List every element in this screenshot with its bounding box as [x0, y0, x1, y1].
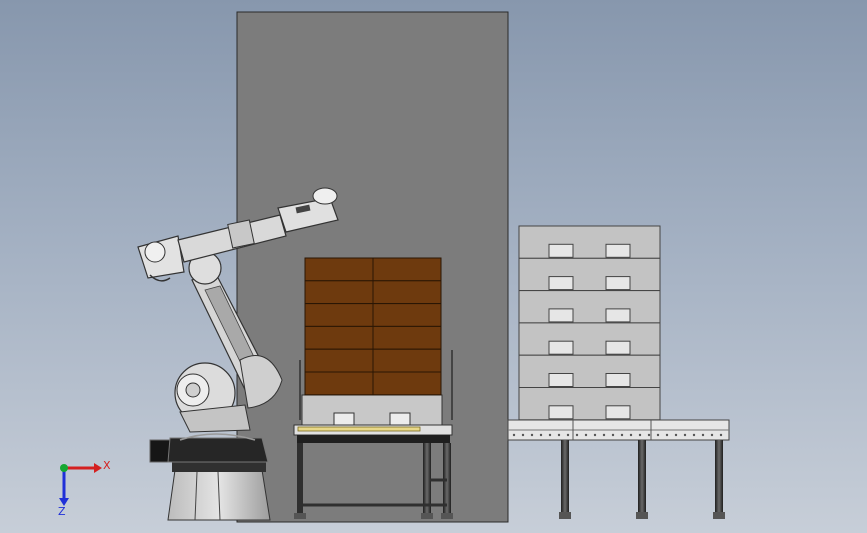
- carton[interactable]: [304, 371, 374, 396]
- pallet-fork-slot: [548, 405, 574, 420]
- roller-bolt: [602, 433, 606, 437]
- upper-arm-motor: [227, 219, 255, 249]
- roller-conveyor[interactable]: [507, 419, 730, 519]
- z-axis-label: Z: [58, 505, 66, 518]
- carton[interactable]: [372, 257, 442, 282]
- pallet-fork-slot: [548, 276, 574, 291]
- carton-stack[interactable]: [304, 257, 442, 396]
- table-foot-right: [441, 513, 453, 519]
- pallet-base: [301, 394, 443, 426]
- roller-bolt: [539, 433, 543, 437]
- conveyor-leg: [561, 440, 569, 512]
- roller-bolt: [638, 433, 642, 437]
- carton[interactable]: [372, 280, 442, 305]
- roller-bolt: [665, 433, 669, 437]
- carton[interactable]: [304, 257, 374, 282]
- roller-bolt: [647, 433, 651, 437]
- roller-bolt: [674, 433, 678, 437]
- roller-bolt: [683, 433, 687, 437]
- roller-bolt: [548, 433, 552, 437]
- cad-viewport[interactable]: X Z: [0, 0, 867, 533]
- roller-bolt: [512, 433, 516, 437]
- roller-bolt: [620, 433, 624, 437]
- roller-bolt: [692, 433, 696, 437]
- roller-bolt: [593, 433, 597, 437]
- transfer-table-strip: [297, 426, 421, 432]
- roller-bolt: [656, 433, 660, 437]
- assembly-scene: X Z: [58, 11, 730, 523]
- carton[interactable]: [304, 325, 374, 350]
- conveyor-leg: [715, 440, 723, 512]
- carton[interactable]: [304, 303, 374, 327]
- pallet-fork-slot: [605, 373, 631, 387]
- x-axis-arrowhead: [94, 463, 102, 473]
- pallet-fork-slot: [548, 243, 574, 258]
- roller-bolt: [521, 433, 525, 437]
- carton[interactable]: [372, 348, 442, 373]
- conveyor-leg: [638, 440, 646, 512]
- shoulder-joint-hub: [185, 382, 201, 398]
- carton[interactable]: [372, 303, 442, 327]
- pallet-fork-slot: [605, 340, 631, 355]
- y-axis-marker: [60, 464, 68, 472]
- roller-bolt: [719, 433, 723, 437]
- roller-bolt: [557, 433, 561, 437]
- pallet-fork-slot: [605, 276, 631, 291]
- conveyor-foot: [636, 512, 648, 519]
- pallet-fork-slot: [605, 243, 631, 258]
- x-axis-label: X: [103, 459, 111, 472]
- pallet-fork-slot: [548, 373, 574, 387]
- conveyor-foot: [713, 512, 725, 519]
- pallet-fork-slot: [548, 308, 574, 323]
- carton[interactable]: [304, 348, 374, 373]
- roller-bolt: [584, 433, 588, 437]
- carton[interactable]: [304, 280, 374, 305]
- roller-bolt: [701, 433, 705, 437]
- pallet-slot-left: [333, 412, 355, 426]
- roller-bolt: [611, 433, 615, 437]
- pallet-fork-slot: [605, 308, 631, 323]
- table-foot-mid: [421, 513, 433, 519]
- carton[interactable]: [372, 371, 442, 396]
- stacked-pallet[interactable]: [518, 387, 661, 421]
- stacked-pallet[interactable]: [518, 290, 661, 324]
- stacked-pallet[interactable]: [518, 354, 661, 389]
- roller-bolt: [710, 433, 714, 437]
- table-foot-left: [294, 513, 306, 519]
- conveyor-legs: [559, 440, 725, 519]
- stacked-pallet[interactable]: [518, 322, 661, 356]
- pallet-fork-slot: [548, 340, 574, 355]
- rear-housing-cap: [144, 241, 166, 263]
- pallet-fork-slot: [605, 405, 631, 420]
- conveyor-foot: [559, 512, 571, 519]
- transfer-table-frame: [297, 435, 450, 443]
- wrist-flange: [312, 187, 338, 205]
- pallet-slot-right: [389, 412, 411, 426]
- roller-bolt: [530, 433, 534, 437]
- coordinate-triad: X Z: [58, 459, 111, 518]
- roller-bolt: [575, 433, 579, 437]
- carton[interactable]: [372, 325, 442, 350]
- roller-bolt: [629, 433, 633, 437]
- empty-pallet-stack[interactable]: [518, 225, 661, 421]
- stacked-pallet[interactable]: [518, 257, 661, 292]
- stacked-pallet[interactable]: [518, 225, 661, 259]
- roller-bolt: [566, 433, 570, 437]
- robot-turret: [167, 437, 269, 463]
